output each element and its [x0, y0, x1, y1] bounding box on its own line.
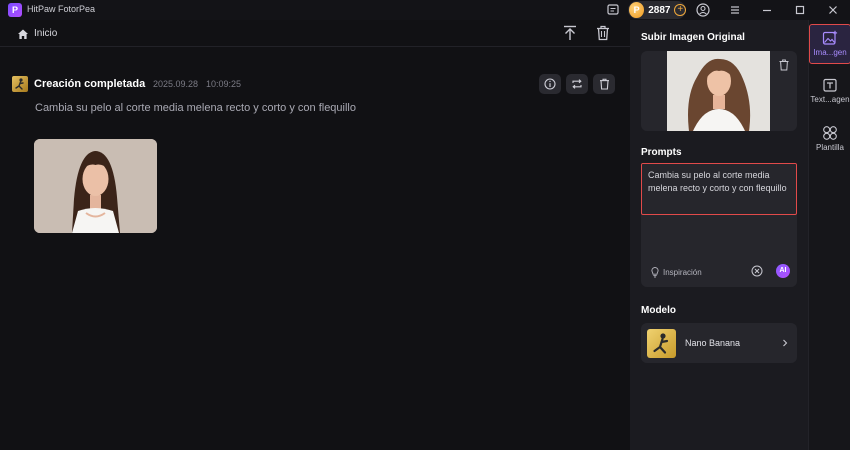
- chevron-right-icon: [783, 339, 788, 347]
- feedback-icon[interactable]: [605, 2, 621, 18]
- rail-item-label: Text...agen: [810, 95, 850, 104]
- home-icon[interactable]: [17, 28, 29, 40]
- coin-icon: P: [629, 2, 645, 18]
- model-selector[interactable]: Nano Banana: [641, 323, 797, 363]
- delete-result-button[interactable]: [593, 74, 615, 94]
- image-plus-icon: [822, 30, 838, 45]
- close-icon[interactable]: [825, 2, 841, 18]
- model-name: Nano Banana: [685, 338, 741, 348]
- clear-all-trash-icon[interactable]: [596, 25, 610, 41]
- prompt-input[interactable]: Cambia su pelo al corte media melena rec…: [641, 163, 797, 287]
- lightbulb-icon: [651, 267, 659, 278]
- account-icon[interactable]: [695, 2, 711, 18]
- app-logo-icon: P: [8, 3, 22, 17]
- text-image-icon: [823, 78, 837, 92]
- add-credits-icon[interactable]: +: [674, 4, 686, 16]
- minimize-icon[interactable]: [759, 2, 775, 18]
- model-heading: Modelo: [641, 305, 676, 316]
- trash-icon: [599, 78, 609, 90]
- rail-item-label: Ima...gen: [813, 48, 847, 57]
- rail-item-image[interactable]: Ima...gen: [809, 24, 850, 64]
- app-window: P HitPaw FotorPea P 2887 + Inicio Creaci…: [0, 0, 850, 450]
- tool-rail: Ima...gen Text...agen Plantilla: [808, 20, 850, 450]
- result-date: 2025.09.28: [153, 79, 199, 89]
- settings-panel: Subir Imagen Original Prompts Cambia su …: [630, 20, 808, 450]
- rail-item-template[interactable]: Plantilla: [809, 120, 850, 160]
- info-button[interactable]: [539, 74, 561, 94]
- export-icon[interactable]: [562, 25, 578, 41]
- inspiration-button[interactable]: Inspiración: [663, 268, 702, 277]
- model-thumbnail: [647, 329, 676, 358]
- regenerate-button[interactable]: [566, 74, 588, 94]
- ai-enhance-button[interactable]: AI: [776, 264, 790, 278]
- prompt-text[interactable]: Cambia su pelo al corte media melena rec…: [648, 169, 791, 195]
- app-name: HitPaw FotorPea: [27, 4, 96, 14]
- results-area: Inicio Creación completada 2025.09.28 10…: [0, 20, 630, 450]
- result-prompt-text: Cambia su pelo al corte media melena rec…: [35, 102, 356, 114]
- title-bar: P HitPaw FotorPea P 2887 +: [0, 0, 850, 20]
- result-image[interactable]: [34, 139, 157, 233]
- result-time: 10:09:25: [206, 79, 242, 89]
- credit-count: 2887: [648, 4, 671, 16]
- clear-prompt-icon[interactable]: [751, 265, 763, 277]
- result-title: Creación completada: [34, 78, 146, 90]
- grid-icon: [823, 126, 837, 140]
- home-link[interactable]: Inicio: [34, 28, 57, 39]
- menu-icon[interactable]: [727, 2, 743, 18]
- model-thumbnail-icon: [12, 76, 28, 92]
- upload-heading: Subir Imagen Original: [641, 32, 745, 43]
- upload-dropzone[interactable]: [641, 51, 797, 131]
- refresh-icon: [572, 79, 582, 89]
- rail-item-label: Plantilla: [815, 143, 844, 152]
- rail-item-text-to-image[interactable]: Text...agen: [809, 72, 850, 112]
- prompts-heading: Prompts: [641, 147, 682, 158]
- info-icon: [544, 78, 556, 90]
- credits-badge[interactable]: P 2887 +: [628, 1, 686, 19]
- remove-image-icon[interactable]: [779, 59, 789, 71]
- breadcrumb: Inicio: [0, 20, 630, 47]
- maximize-icon[interactable]: [792, 2, 808, 18]
- original-image: [667, 51, 770, 131]
